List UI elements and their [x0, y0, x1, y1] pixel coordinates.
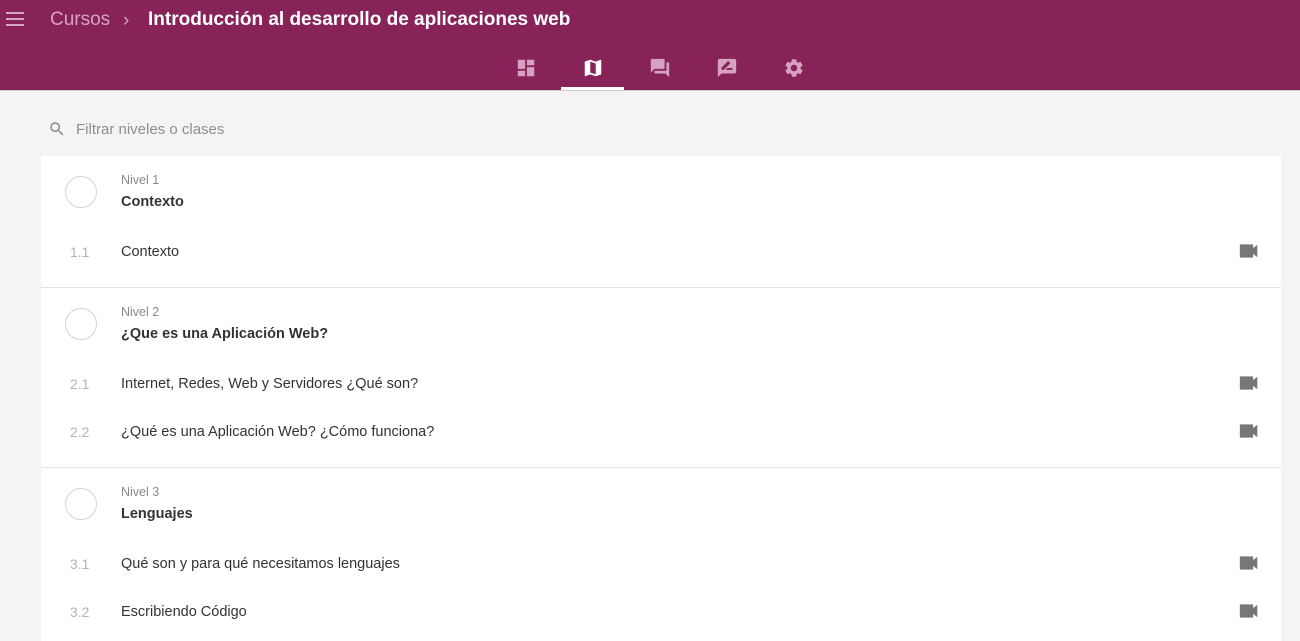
lesson-row[interactable]: 3.1 Qué son y para qué necesitamos lengu…	[41, 540, 1281, 588]
video-camera-icon	[1239, 423, 1259, 439]
lesson-number: 2.2	[70, 424, 90, 440]
page-title: Introducción al desarrollo de aplicacion…	[148, 9, 571, 30]
video-camera-icon	[1239, 603, 1259, 619]
chevron-right-icon: ›	[123, 10, 130, 31]
forum-icon	[650, 58, 669, 77]
level-section: Nivel 1 Contexto 1.1 Contexto	[41, 156, 1281, 288]
search-icon	[50, 122, 64, 136]
level-section: Nivel 3 Lenguajes 3.1 Qué son y para qué…	[41, 468, 1281, 636]
course-tabs	[492, 45, 827, 90]
app-header: Cursos › Introducción al desarrollo de a…	[0, 0, 1300, 91]
breadcrumb-cursos-link[interactable]: Cursos	[50, 9, 110, 31]
lesson-title: ¿Qué es una Aplicación Web? ¿Cómo funcio…	[121, 424, 435, 440]
level-progress-circle	[65, 488, 97, 520]
level-header[interactable]: Nivel 2 ¿Que es una Aplicación Web?	[41, 288, 1281, 360]
level-label: Nivel 3	[121, 485, 160, 499]
tab-forum[interactable]	[626, 45, 693, 90]
lesson-title: Internet, Redes, Web y Servidores ¿Qué s…	[121, 376, 419, 392]
lesson-title: Escribiendo Código	[121, 604, 247, 620]
video-camera-icon	[1239, 243, 1259, 259]
search-input[interactable]	[74, 119, 378, 139]
level-section: Nivel 2 ¿Que es una Aplicación Web? 2.1 …	[41, 288, 1281, 468]
dashboard-icon	[517, 59, 534, 76]
lesson-title: Contexto	[121, 244, 180, 260]
hamburger-menu-icon[interactable]	[6, 12, 24, 26]
level-label: Nivel 1	[121, 173, 160, 187]
level-header[interactable]: Nivel 1 Contexto	[41, 156, 1281, 228]
search-bar	[48, 119, 448, 139]
lesson-row[interactable]: 1.1 Contexto	[41, 228, 1281, 276]
lesson-number: 2.1	[70, 376, 90, 392]
level-header[interactable]: Nivel 3 Lenguajes	[41, 468, 1281, 540]
lesson-row[interactable]: 3.2 Escribiendo Código	[41, 588, 1281, 636]
tab-dashboard[interactable]	[492, 45, 559, 90]
tab-settings[interactable]	[760, 45, 827, 90]
tab-map[interactable]	[559, 45, 626, 90]
lesson-title: Qué son y para qué necesitamos lenguajes	[121, 556, 400, 572]
levels-list: Nivel 1 Contexto 1.1 Contexto Nivel 2 ¿Q…	[41, 156, 1281, 641]
lesson-number: 3.2	[70, 604, 90, 620]
level-progress-circle	[65, 308, 97, 340]
rate-review-icon	[717, 58, 736, 77]
map-icon	[584, 59, 601, 76]
lesson-row[interactable]: 2.1 Internet, Redes, Web y Servidores ¿Q…	[41, 360, 1281, 408]
lesson-number: 3.1	[70, 556, 90, 572]
tab-review[interactable]	[693, 45, 760, 90]
lesson-row[interactable]: 2.2 ¿Qué es una Aplicación Web? ¿Cómo fu…	[41, 408, 1281, 456]
level-title: ¿Que es una Aplicación Web?	[121, 326, 329, 342]
level-title: Contexto	[121, 194, 184, 210]
level-progress-circle	[65, 176, 97, 208]
lesson-number: 1.1	[70, 244, 90, 260]
video-camera-icon	[1239, 555, 1259, 571]
gear-icon	[784, 58, 803, 77]
level-title: Lenguajes	[121, 506, 193, 522]
video-camera-icon	[1239, 375, 1259, 391]
level-label: Nivel 2	[121, 305, 160, 319]
